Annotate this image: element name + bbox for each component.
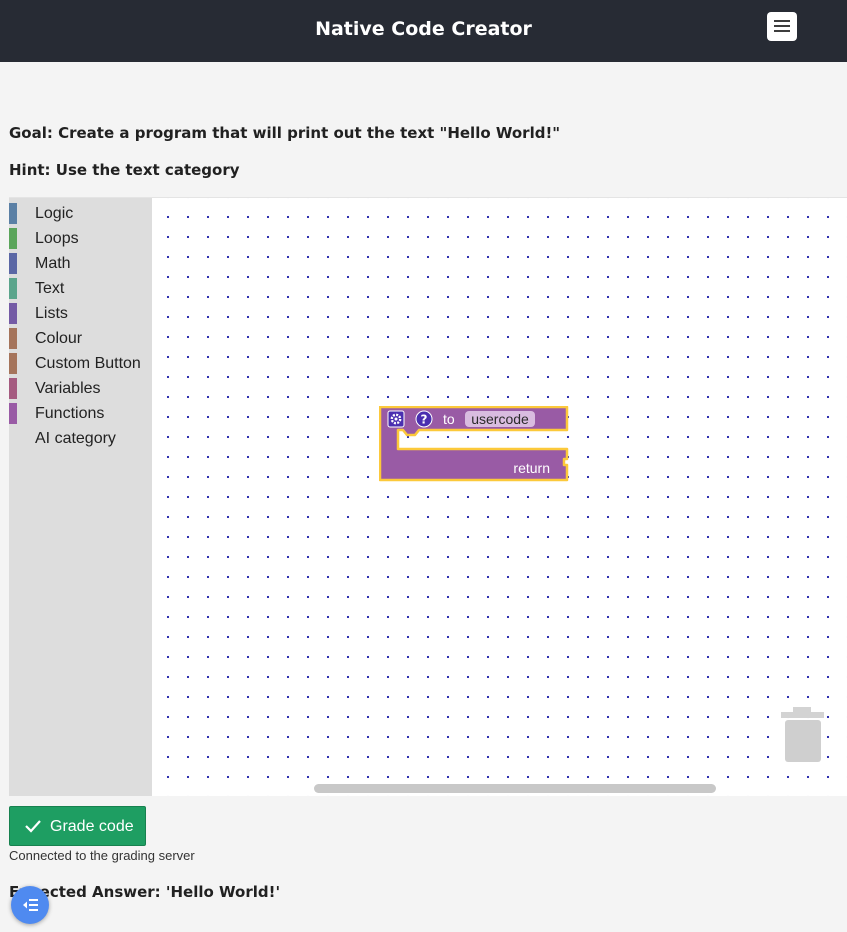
- hamburger-line: [774, 30, 790, 32]
- goal-text: Goal: Create a program that will print o…: [9, 124, 561, 142]
- category-label: AI category: [35, 430, 116, 447]
- function-definition-block[interactable]: ? to usercode return: [379, 406, 569, 482]
- hamburger-menu-icon: [774, 20, 790, 22]
- category-color-swatch: [9, 353, 17, 374]
- svg-text:?: ?: [421, 413, 428, 427]
- category-label: Functions: [35, 405, 105, 422]
- gear-icon[interactable]: [387, 410, 405, 428]
- grade-code-button[interactable]: Grade code: [9, 806, 146, 846]
- toolbox-category-text[interactable]: Text: [9, 278, 152, 300]
- toolbox-category-variables[interactable]: Variables: [9, 378, 152, 400]
- check-icon: [25, 820, 41, 833]
- indent-list-icon: [23, 899, 38, 911]
- category-label: Logic: [35, 205, 74, 222]
- category-color-swatch: [9, 378, 17, 399]
- top-navbar: Native Code Creator: [0, 0, 847, 62]
- category-color-swatch: [9, 328, 17, 349]
- hamburger-line: [774, 25, 790, 27]
- toolbox-category-ai[interactable]: AI category: [9, 428, 152, 450]
- app-title: Native Code Creator: [315, 18, 532, 40]
- toolbox-category-functions[interactable]: Functions: [9, 403, 152, 425]
- category-label: Lists: [35, 305, 68, 322]
- expected-answer: Expected Answer: 'Hello World!': [9, 883, 281, 901]
- toolbox-category-logic[interactable]: Logic: [9, 203, 152, 225]
- blockly-workspace[interactable]: Logic Loops Math Text Lists Colour Custo…: [9, 197, 847, 796]
- toolbox-category-custom-button[interactable]: Custom Button: [9, 353, 152, 375]
- category-color-swatch: [9, 303, 17, 324]
- category-color-swatch: [9, 228, 17, 249]
- category-label: Math: [35, 255, 71, 272]
- category-label: Loops: [35, 230, 79, 247]
- return-label: return: [513, 460, 550, 476]
- category-label: Colour: [35, 330, 83, 347]
- outline-toggle-button[interactable]: [11, 886, 49, 924]
- toolbox-category-math[interactable]: Math: [9, 253, 152, 275]
- category-color-swatch: [9, 253, 17, 274]
- hint-text: Hint: Use the text category: [9, 161, 240, 179]
- category-label: Variables: [35, 380, 101, 397]
- function-keyword: to: [443, 411, 455, 427]
- category-color-swatch: [9, 203, 17, 224]
- hamburger-menu-button[interactable]: [767, 12, 797, 41]
- toolbox-category-lists[interactable]: Lists: [9, 303, 152, 325]
- help-icon[interactable]: ?: [415, 410, 433, 428]
- grade-code-label: Grade code: [50, 818, 134, 835]
- toolbox-category-loops[interactable]: Loops: [9, 228, 152, 250]
- category-label: Custom Button: [35, 355, 141, 372]
- category-label: Text: [35, 280, 65, 297]
- connection-status: Connected to the grading server: [9, 848, 195, 863]
- function-name-field[interactable]: usercode: [471, 411, 529, 427]
- toolbox: Logic Loops Math Text Lists Colour Custo…: [9, 198, 152, 796]
- workspace-horizontal-scrollbar[interactable]: [314, 784, 716, 793]
- trash-can-icon[interactable]: [781, 707, 827, 765]
- category-color-swatch: [9, 428, 17, 449]
- category-color-swatch: [9, 278, 17, 299]
- category-color-swatch: [9, 403, 17, 424]
- toolbox-category-colour[interactable]: Colour: [9, 328, 152, 350]
